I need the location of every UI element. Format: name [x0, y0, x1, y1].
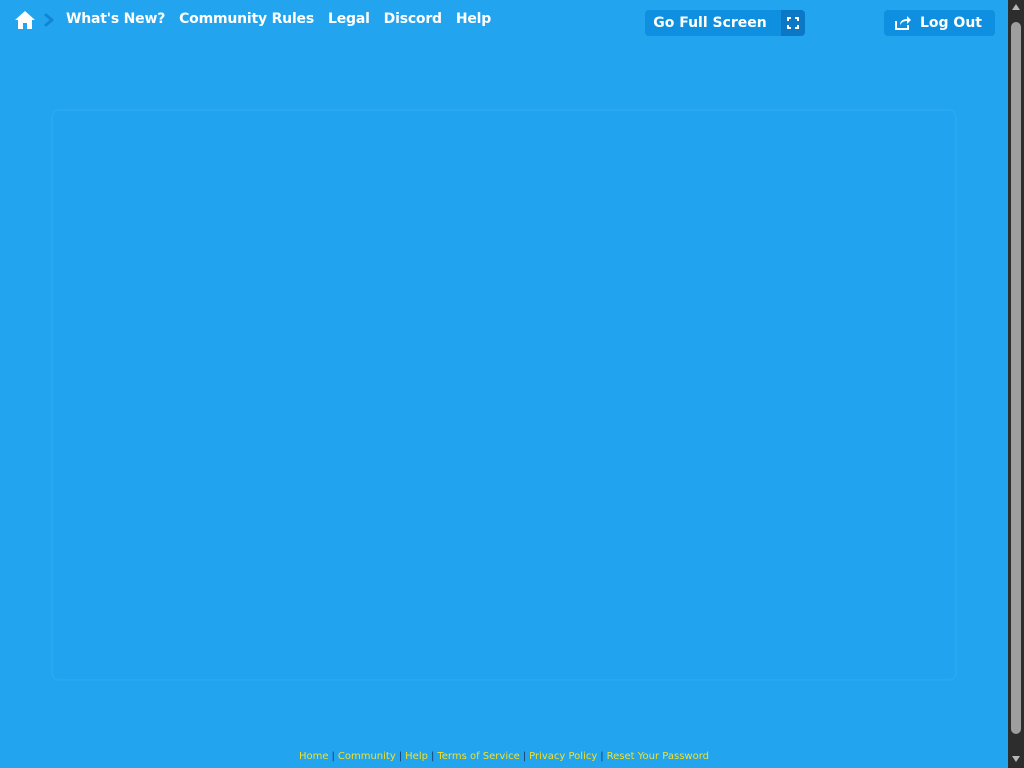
nav-links: What's New? Community Rules Legal Discor…: [66, 11, 491, 27]
footer-links: Home | Community | Help | Terms of Service | Pri…: [0, 751, 1008, 762]
page: What's New? Community Rules Legal Discor…: [0, 0, 1024, 768]
fullscreen-icon-container: [781, 10, 805, 36]
nav-link-help[interactable]: Help: [456, 11, 491, 27]
footer-link-community[interactable]: Community: [338, 751, 396, 762]
footer-link-privacy-policy[interactable]: Privacy Policy: [529, 751, 597, 762]
go-full-screen-button[interactable]: Go Full Screen: [645, 10, 805, 36]
game-frame[interactable]: [51, 109, 957, 681]
log-out-label: Log Out: [920, 15, 982, 31]
scroll-up-arrow-icon[interactable]: [1012, 4, 1020, 10]
scroll-down-arrow-icon[interactable]: [1012, 756, 1020, 762]
footer-link-help[interactable]: Help: [405, 751, 428, 762]
nav-link-discord[interactable]: Discord: [384, 11, 442, 27]
nav-link-whats-new[interactable]: What's New?: [66, 11, 165, 27]
footer-separator: |: [331, 751, 335, 762]
footer-separator: |: [398, 751, 403, 762]
go-full-screen-label: Go Full Screen: [653, 15, 767, 31]
nav-link-legal[interactable]: Legal: [328, 11, 370, 27]
footer-link-reset-password[interactable]: Reset Your Password: [607, 751, 709, 762]
log-out-button[interactable]: Log Out: [884, 10, 995, 36]
scrollbar-thumb[interactable]: [1011, 22, 1021, 734]
chevron-right-icon: [44, 13, 54, 27]
share-arrow-icon: [895, 16, 911, 30]
footer-separator: |: [522, 751, 527, 762]
vertical-scrollbar[interactable]: [1008, 0, 1024, 768]
top-navigation: What's New? Community Rules Legal Discor…: [0, 0, 1008, 42]
footer-link-terms-of-service[interactable]: Terms of Service: [437, 751, 519, 762]
expand-icon: [787, 17, 799, 29]
home-icon[interactable]: [14, 9, 36, 31]
footer-separator: |: [430, 751, 435, 762]
nav-link-community-rules[interactable]: Community Rules: [179, 11, 314, 27]
footer-link-home[interactable]: Home: [299, 751, 329, 762]
footer-separator: |: [600, 751, 604, 762]
